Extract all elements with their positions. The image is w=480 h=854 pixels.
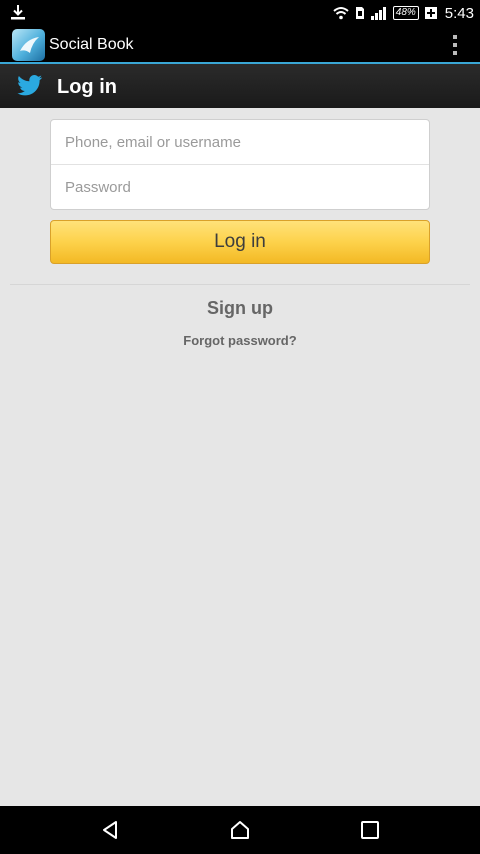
status-icons: 48% 5:43 bbox=[333, 0, 474, 26]
login-button[interactable]: Log in bbox=[50, 220, 430, 264]
twitter-bird-icon bbox=[17, 75, 43, 96]
signal-icon bbox=[370, 7, 386, 20]
app-title: Social Book bbox=[49, 36, 134, 53]
status-bar: 48% 5:43 bbox=[0, 0, 480, 26]
recent-apps-icon[interactable] bbox=[358, 818, 382, 842]
overflow-menu-icon[interactable] bbox=[452, 34, 458, 56]
sign-up-link[interactable]: Sign up bbox=[0, 298, 480, 319]
back-icon[interactable] bbox=[98, 818, 122, 842]
charging-icon bbox=[424, 7, 437, 19]
username-input[interactable] bbox=[51, 120, 429, 164]
login-form bbox=[50, 119, 430, 210]
clock: 5:43 bbox=[444, 4, 474, 22]
forgot-password-link[interactable]: Forgot password? bbox=[0, 333, 480, 348]
home-icon[interactable] bbox=[228, 818, 252, 842]
app-logo-icon[interactable] bbox=[12, 29, 45, 61]
navigation-bar bbox=[0, 806, 480, 854]
wifi-icon bbox=[333, 7, 349, 20]
download-icon bbox=[11, 5, 25, 20]
page-title: Log in bbox=[57, 76, 117, 98]
password-input[interactable] bbox=[51, 165, 429, 209]
divider bbox=[10, 284, 470, 285]
sim-icon bbox=[355, 7, 364, 19]
battery-indicator: 48% bbox=[392, 6, 419, 20]
action-bar: Social Book bbox=[0, 26, 480, 64]
login-header: Log in bbox=[0, 64, 480, 108]
